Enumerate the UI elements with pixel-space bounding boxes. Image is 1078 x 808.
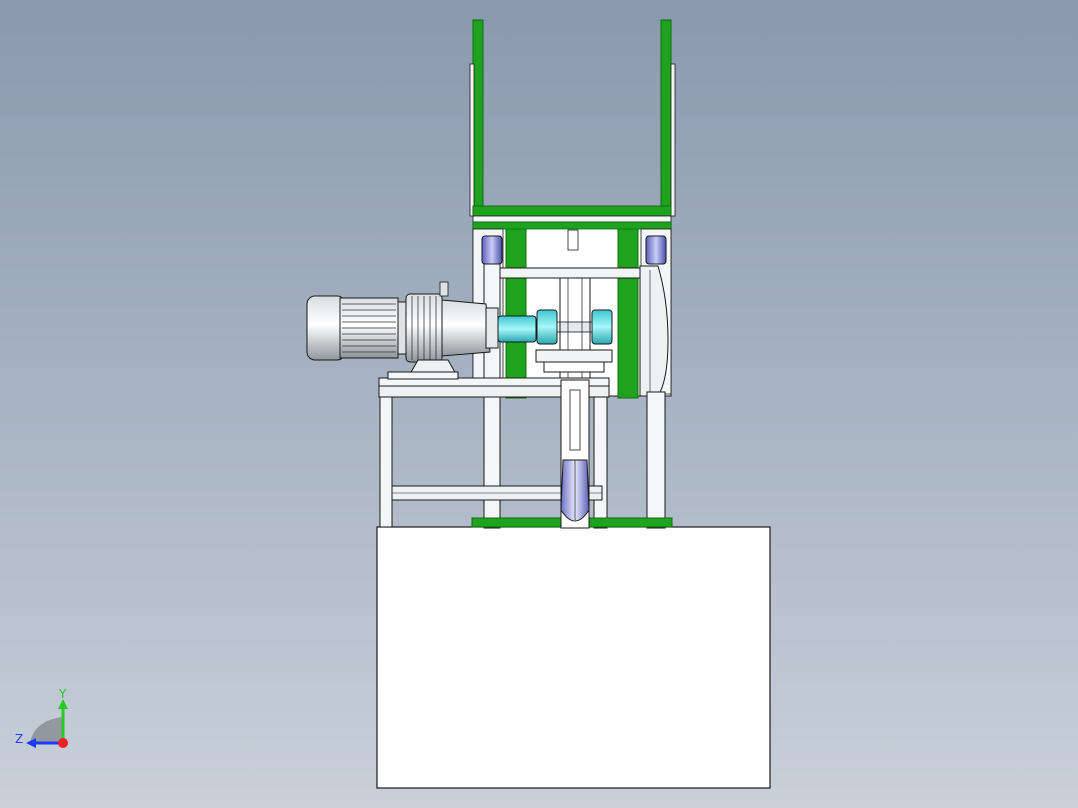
z-axis-label: Z [15,732,23,746]
y-axis-label: Y [58,687,67,701]
cross-beam [494,267,656,279]
cad-viewport[interactable]: Y Z [0,0,1078,808]
origin-dot [58,738,68,748]
electric-motor [306,281,499,380]
base-cabinet [376,526,771,789]
lower-pulley [560,459,590,522]
coordinate-triad: Y Z [10,685,80,755]
cad-model-assembly[interactable] [0,0,1078,808]
upper-green-frame [469,19,676,229]
